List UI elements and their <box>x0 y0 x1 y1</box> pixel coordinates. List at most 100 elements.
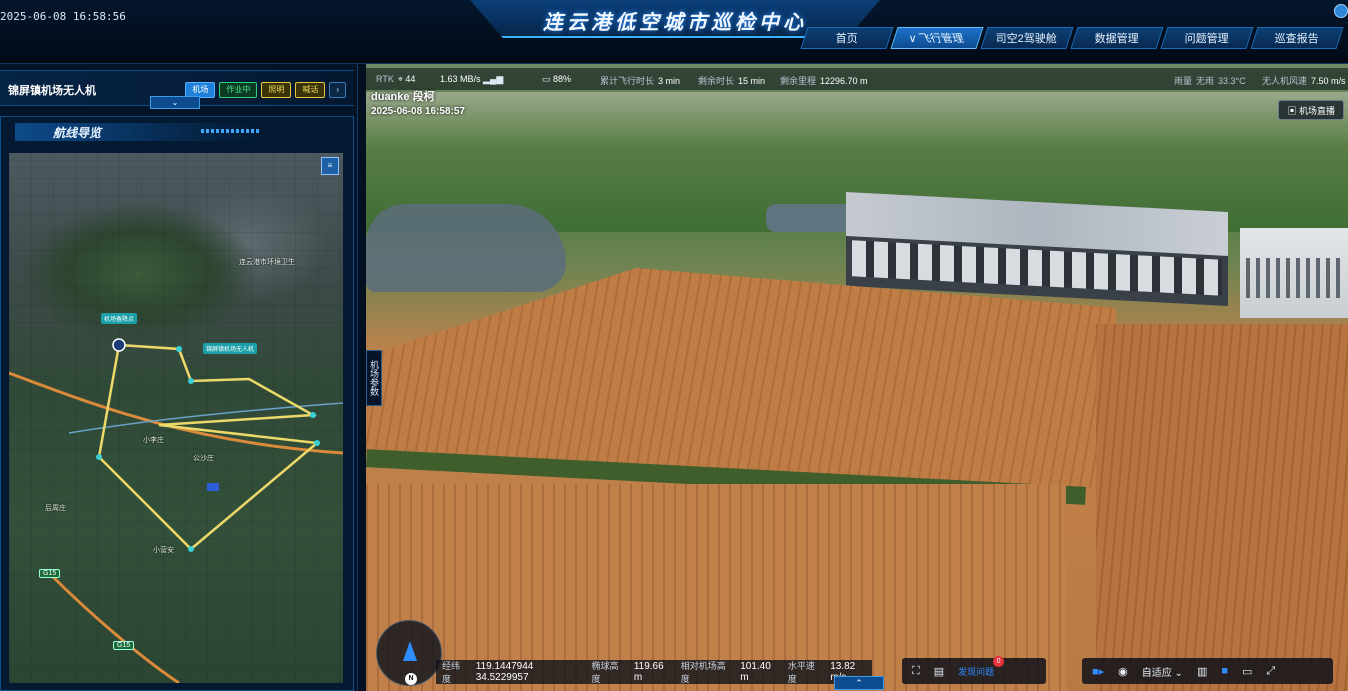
scene-field <box>1096 324 1348 691</box>
live-icon: ▣ <box>1287 106 1299 116</box>
osd-value: 44 <box>405 74 416 84</box>
battery-icon: ▭ <box>542 74 554 84</box>
scene-pond <box>366 204 566 292</box>
waypoint-marker[interactable] <box>314 440 320 446</box>
map-tag-drone[interactable]: 锦屏镇机场无人机 <box>203 343 258 354</box>
telemetry-value: 119.66 m <box>633 661 664 683</box>
pilot-name: duanke 段柯 <box>371 91 435 103</box>
waypoint-marker[interactable] <box>96 454 102 460</box>
map-label: 公沙庄 <box>193 455 214 462</box>
main-nav: 首页 ∨ 飞行管理 司空2驾驶舱 数据管理 问题管理 巡查报告 <box>800 27 1344 50</box>
collapse-down-button[interactable]: ⌄ <box>150 96 200 109</box>
layers-icon[interactable]: ≡ <box>321 157 339 175</box>
map-label: 小李庄 <box>143 437 164 444</box>
map-label: 后周庄 <box>45 505 66 512</box>
chevron-right-icon[interactable]: › <box>329 82 346 98</box>
nav-tab-flight[interactable]: ∨ 飞行管理 <box>890 27 984 50</box>
route-map[interactable]: 连云港市环境卫生 后周庄 小营安 小李庄 公沙庄 机场备降点 锦屏镇机场无人机 … <box>9 153 343 683</box>
compass: N <box>376 620 442 686</box>
nav-tab-home[interactable]: 首页 <box>800 27 894 49</box>
osd-remain-time: 剩余时长 15 min <box>698 74 765 87</box>
osd-value: 3 min <box>658 76 681 86</box>
osd-value: 无雨 <box>1196 76 1215 86</box>
ai-icon[interactable]: ▤ <box>934 665 944 678</box>
osd-top-bar: RTK ⌖ 44 1.63 MB/s ▂▄▆ ▭ 88% 累计飞行时长 3 min … <box>366 68 1348 90</box>
title-decoration <box>201 129 261 133</box>
scene-building <box>1240 228 1348 318</box>
video-feed[interactable]: RTK ⌖ 44 1.63 MB/s ▂▄▆ ▭ 88% 累计飞行时长 3 min … <box>366 64 1348 691</box>
telemetry-key: 椭球高度 <box>591 661 619 684</box>
osd-key: 剩余里程 <box>780 76 817 86</box>
airport-live-button[interactable]: ▣ 机场直播 <box>1278 100 1344 120</box>
osd-value: 1.63 MB/s <box>440 74 481 84</box>
nav-tab-label: ∨ 飞行管理 <box>909 28 966 50</box>
osd-battery: ▭ 88% <box>542 74 571 85</box>
north-icon: N <box>405 673 417 685</box>
fit-mode-label: 自适应 <box>1141 667 1172 679</box>
nav-tab-label: 问题管理 <box>1184 33 1229 45</box>
nav-tab-reports[interactable]: 巡查报告 <box>1250 27 1344 49</box>
expand-up-button[interactable]: ⌃ <box>834 676 884 690</box>
building-marker <box>207 483 219 491</box>
telemetry-bar: 经纬度 119.1447944 34.5229957 椭球高度 119.66 m… <box>436 660 872 684</box>
pip-view-icon[interactable]: ▭ <box>1242 665 1252 678</box>
route-panel: 航线导览 连云港市环境卫生 后周庄 小营安 小李庄 公沙庄 机场备降点 锦屏镇机… <box>0 116 354 691</box>
single-view-icon[interactable]: ■ <box>1221 665 1228 677</box>
scene-windows <box>1246 258 1342 298</box>
osd-value: 33.3°C <box>1218 76 1246 86</box>
nav-tab-label: 巡查报告 <box>1274 33 1319 45</box>
chip-working[interactable]: 作业中 <box>219 82 258 98</box>
heading-arrow-icon <box>403 641 417 661</box>
map-label: 小营安 <box>153 547 174 554</box>
osd-value: 7.50 m/s <box>1311 76 1346 86</box>
top-header: 2025-06-08 16:58:56 连云港低空城市巡检中心 首页 ∨ 飞行管… <box>0 0 1348 64</box>
osd-key: RTK <box>376 74 394 84</box>
road-sign: G15 <box>39 569 61 578</box>
signal-icon: ▂▄▆ <box>483 74 504 84</box>
nav-tab-label: 数据管理 <box>1094 33 1139 45</box>
camera-icon[interactable]: ◉ <box>1118 665 1128 678</box>
osd-value: 12296.70 m <box>820 76 868 86</box>
chip-speaker[interactable]: 喊话 <box>295 82 326 98</box>
header-datetime: 2025-06-08 16:58:56 <box>0 10 126 23</box>
nav-tab-cockpit[interactable]: 司空2驾驶舱 <box>980 27 1074 49</box>
nav-tab-data[interactable]: 数据管理 <box>1070 27 1164 49</box>
chip-lighting[interactable]: 照明 <box>261 82 292 98</box>
report-problem-button[interactable]: 发现问题 0 <box>958 655 1005 678</box>
waypoint-marker[interactable] <box>176 346 182 352</box>
waypoint-marker[interactable] <box>310 412 316 418</box>
fit-mode-select[interactable]: 自适应 ⌄ <box>1142 664 1183 679</box>
nav-tab-label-text: 飞行管理 <box>918 33 967 45</box>
fullscreen-icon[interactable]: ⤢ <box>1266 665 1275 678</box>
osd-wind: 无人机风速 7.50 m/s <box>1262 74 1346 87</box>
osd-key: 剩余时长 <box>698 76 735 86</box>
osd-key: 雨量 <box>1174 76 1193 86</box>
telemetry-value: 119.1447944 34.5229957 <box>475 661 534 683</box>
telemetry-value: 101.40 m <box>740 661 771 683</box>
nav-tab-label: 首页 <box>835 33 858 45</box>
user-avatar-icon[interactable] <box>1334 4 1348 18</box>
left-panel: 锦屏镇机场无人机 机场 作业中 照明 喊话 › ⌄ 航线导览 连云港市环境卫生 … <box>0 64 358 691</box>
video-timestamp: 2025-06-08 16:58:57 <box>371 106 465 117</box>
osd-weather: 雨量 无雨 33.3°C <box>1174 74 1250 87</box>
problem-count-badge: 0 <box>993 655 1005 667</box>
map-label: 连云港市环境卫生 <box>239 259 295 266</box>
record-video-icon[interactable]: ■▸ <box>1092 665 1104 678</box>
telemetry-key: 水平速度 <box>787 661 815 684</box>
video-toolbar-right: ■▸ ◉ 自适应 ⌄ ▥ ■ ▭ ⤢ <box>1082 658 1333 684</box>
split-view-icon[interactable]: ▥ <box>1197 665 1207 678</box>
highway-road-2 <box>47 571 180 683</box>
drone-chip-row: 机场 作业中 照明 喊话 › <box>185 82 346 98</box>
osd-value: 15 min <box>738 76 766 86</box>
waypoint-marker[interactable] <box>188 546 194 552</box>
map-tag-backup[interactable]: 机场备降点 <box>101 313 138 324</box>
nav-tab-problems[interactable]: 问题管理 <box>1160 27 1254 49</box>
telemetry-key: 经纬度 <box>442 661 461 684</box>
airport-params-tab[interactable]: 机场参数 <box>366 350 382 406</box>
dock-marker[interactable] <box>112 338 126 352</box>
waypoint-marker[interactable] <box>188 378 194 384</box>
route-title: 航线导览 <box>53 126 102 140</box>
telemetry-key: 相对机场高度 <box>680 661 726 684</box>
video-toolbar-left: ⛶ ▤ 发现问题 0 <box>902 655 1046 684</box>
screenshot-region-icon[interactable]: ⛶ <box>912 665 920 678</box>
